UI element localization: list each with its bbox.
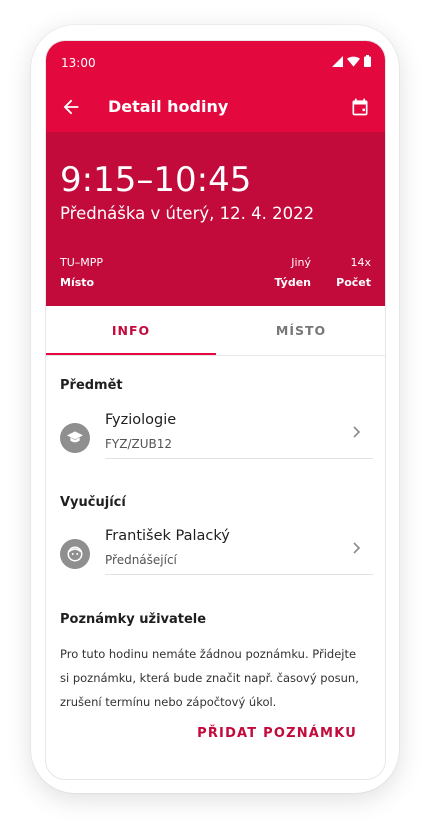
notes-text: Pro tuto hodinu nemáte žádnou poznámku. …: [60, 647, 359, 709]
subject-code: FYZ/ZUB12: [105, 437, 173, 451]
chevron-right-icon: [353, 426, 361, 438]
subject-item[interactable]: Fyziologie FYZ/ZUB12: [60, 411, 373, 459]
app-screen: 13:00 Detail hodiny 9:15–10:45 Přednáška…: [45, 40, 386, 780]
tab-indicator: [46, 353, 216, 355]
wifi-icon: [347, 56, 360, 67]
face-icon: [67, 546, 83, 562]
teacher-name: František Palacký: [105, 528, 230, 544]
place-label: Místo: [60, 276, 95, 289]
chevron-right-icon: [353, 542, 361, 554]
page-title: Detail hodiny: [108, 97, 229, 116]
time-range: 9:15–10:45: [60, 160, 252, 200]
divider: [105, 574, 373, 575]
status-time: 13:00: [61, 56, 96, 70]
week-value: Jiný: [291, 256, 311, 269]
subject-section-title: Předmět: [60, 378, 123, 393]
app-bar: Detail hodiny: [46, 85, 385, 132]
top-bar: 13:00 Detail hodiny: [46, 41, 385, 132]
teacher-section-title: Vyučující: [60, 495, 126, 510]
teacher-avatar: [60, 539, 90, 569]
add-note-button[interactable]: PŘIDAT POZNÁMKU: [197, 726, 357, 741]
battery-icon: [364, 55, 371, 67]
notes-section-title: Poznámky uživatele: [60, 612, 207, 627]
lesson-header: 9:15–10:45 Přednáška v úterý, 12. 4. 202…: [46, 132, 385, 306]
signal-icon: [332, 55, 343, 67]
lesson-subtitle: Přednáška v úterý, 12. 4. 2022: [60, 204, 315, 223]
tab-bar: INFO MÍSTO: [46, 306, 385, 356]
status-icons: [332, 55, 371, 67]
place-value: TU–MPP: [60, 256, 104, 269]
tab-place[interactable]: MÍSTO: [216, 306, 385, 355]
calendar-icon[interactable]: [350, 97, 370, 117]
subject-name: Fyziologie: [105, 412, 177, 428]
week-label: Týden: [274, 276, 311, 289]
count-value: 14x: [350, 256, 371, 269]
divider: [105, 458, 373, 459]
status-bar: 13:00: [46, 41, 385, 85]
teacher-item[interactable]: František Palacký Přednášející: [60, 527, 373, 575]
count-label: Počet: [336, 276, 371, 289]
back-arrow-icon[interactable]: [60, 96, 82, 118]
subject-avatar: [60, 423, 90, 453]
tab-info[interactable]: INFO: [46, 306, 216, 355]
graduation-cap-icon: [67, 431, 83, 443]
teacher-role: Přednášející: [105, 553, 177, 567]
